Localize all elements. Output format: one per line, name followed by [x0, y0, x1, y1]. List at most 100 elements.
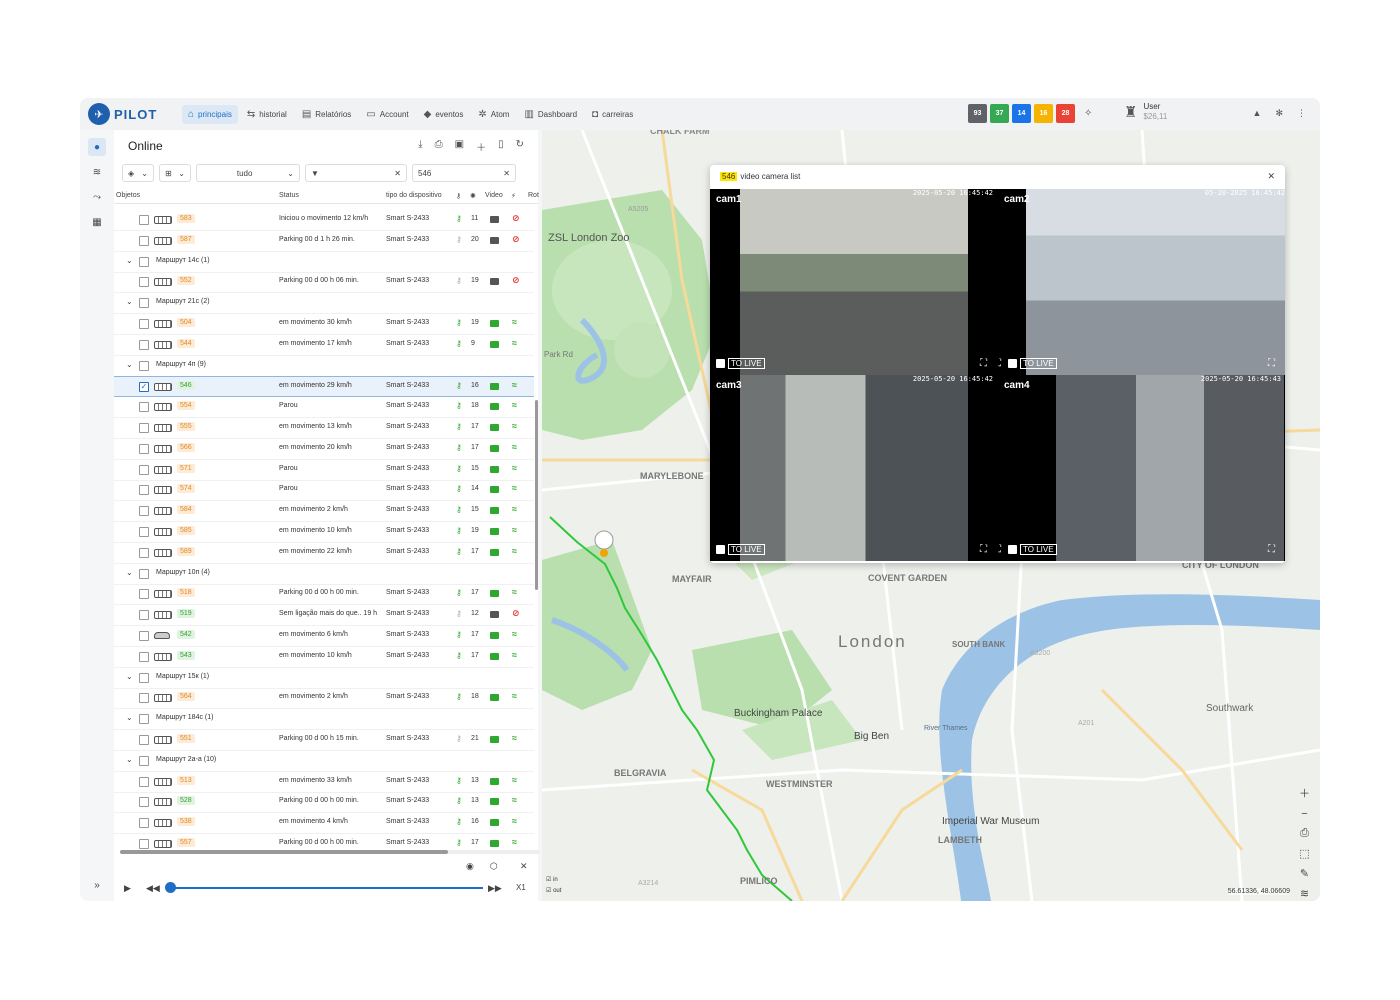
group-checkbox[interactable] [139, 360, 149, 371]
to-live-toggle[interactable]: TO LIVE [716, 358, 765, 369]
nav-eventos[interactable]: ◆ eventos [418, 105, 470, 124]
table-row[interactable]: 557 Parking 00 d 00 h 00 min. Smart S-2433… [114, 834, 534, 850]
chevron-down-icon[interactable]: ⌄ [126, 713, 133, 722]
row-checkbox[interactable] [139, 631, 149, 641]
to-live-toggle[interactable]: TO LIVE [1008, 544, 1057, 555]
row-checkbox[interactable]: ✓ [139, 382, 149, 393]
fullscreen-icon[interactable]: ⛶ [998, 544, 1001, 555]
more-vertical-icon[interactable]: ⋮ [1297, 108, 1306, 119]
video-camera-icon[interactable] [490, 340, 499, 348]
row-checkbox[interactable] [139, 402, 149, 413]
vehicle-number[interactable]: 554 [177, 401, 195, 411]
row-checkbox[interactable] [139, 610, 149, 621]
table-row[interactable]: 555 em movimento 13 km/h Smart S-2433 ⚷ 17 ≈ [114, 418, 534, 439]
table-row[interactable]: 528 Parking 00 d 00 h 00 min. Smart S-2433… [114, 792, 534, 814]
camera-feed-4[interactable]: 2025-05-20 16:45:43 cam4 TO LIVE ⛶ ⛶ [998, 375, 1285, 561]
table-row[interactable]: 513 em movimento 33 km/h Smart S-2433 ⚷ 13 ≈ [114, 772, 534, 793]
video-camera-icon[interactable] [490, 632, 499, 639]
to-live-checkbox[interactable] [1008, 359, 1017, 368]
chevron-down-icon[interactable]: ⌄ [126, 297, 133, 306]
table-row[interactable]: 543 em movimento 10 km/h Smart S-2433 ⚷ 17 ≈ [114, 647, 534, 668]
group-checkbox[interactable] [139, 568, 149, 579]
vertical-scrollbar[interactable] [535, 400, 538, 590]
row-checkbox[interactable] [139, 235, 149, 246]
video-camera-icon[interactable] [490, 465, 499, 473]
video-camera-icon[interactable] [490, 403, 499, 411]
close-popup-icon[interactable]: ✕ [1267, 171, 1275, 182]
vehicle-number[interactable]: 574 [177, 484, 195, 494]
eye-icon[interactable]: ◉ [466, 861, 474, 872]
vehicle-number[interactable]: 504 [177, 318, 195, 327]
horizontal-scrollbar[interactable] [120, 850, 540, 854]
row-checkbox[interactable] [139, 776, 149, 787]
col-status[interactable]: Status [279, 192, 299, 199]
video-camera-icon[interactable] [490, 236, 499, 244]
vehicle-number[interactable]: 584 [177, 505, 195, 515]
video-camera-icon[interactable] [490, 694, 499, 702]
file-icon[interactable]: ▯ [498, 139, 504, 154]
row-checkbox[interactable] [139, 797, 149, 808]
funnel-filter-input[interactable]: ▼ ✕ [305, 164, 407, 182]
group-row[interactable]: ⌄ Маршрут 15к (1) [114, 668, 534, 689]
table-row[interactable]: ✓ 546 em movimento 29 km/h Smart S-2433 ⚷ 16 ≈ [114, 376, 534, 398]
camera-feed-2[interactable]: 05-20-2025 16:45:42 cam2 TO LIVE ⛶ ⛶ [998, 189, 1285, 375]
table-row[interactable]: 542 em movimento 6 km/h Smart S-2433 ⚷ 17 ≈ [114, 626, 534, 647]
vehicle-number[interactable]: 564 [177, 692, 195, 702]
vehicle-number[interactable]: 557 [177, 838, 195, 847]
fast-forward-icon[interactable]: ▶▶ [488, 883, 502, 894]
row-checkbox[interactable] [139, 423, 149, 433]
fullscreen-icon[interactable]: ⛶ [1268, 544, 1275, 555]
video-camera-icon[interactable] [490, 798, 499, 806]
col-objects[interactable]: Objetos [116, 192, 140, 199]
col-device[interactable]: tipo do dispositivo [386, 192, 442, 199]
nav-relatórios[interactable]: ▤ Relatórios [296, 105, 357, 124]
video-camera-icon[interactable] [490, 548, 499, 556]
group-checkbox[interactable] [139, 755, 149, 766]
table-row[interactable]: 504 em movimento 30 km/h Smart S-2433 ⚷ 19 ≈ [114, 314, 534, 335]
group-checkbox[interactable] [139, 256, 149, 267]
expand-icon[interactable]: » [88, 876, 106, 894]
table-row[interactable]: 571 Parou Smart S-2433 ⚷ 15 ≈ [114, 460, 534, 481]
video-camera-icon[interactable] [490, 507, 499, 515]
fullscreen-icon[interactable]: ⛶ [980, 544, 987, 555]
cube-icon[interactable]: ⬡ [490, 861, 498, 872]
print-icon[interactable]: ⎙ [435, 139, 443, 154]
video-camera-icon[interactable] [490, 840, 499, 847]
refresh-icon[interactable]: ↻ [516, 139, 524, 154]
vehicle-number[interactable]: 566 [177, 442, 195, 452]
route-icon[interactable]: ⤳ [88, 188, 106, 206]
vehicle-number[interactable]: 583 [177, 214, 195, 223]
status-count-badge[interactable]: 37 [990, 104, 1009, 123]
group-row[interactable]: ⌄ Маршрут 4п (9) [114, 356, 534, 377]
status-count-badge[interactable]: 14 [1012, 104, 1031, 123]
status-count-badge[interactable]: 16 [1034, 104, 1053, 123]
table-row[interactable]: 583 Iniciou o movimento 12 km/h Smart S-24… [114, 210, 534, 231]
row-checkbox[interactable] [139, 215, 149, 225]
table-row[interactable]: 587 Parking 00 d 1 h 26 min. Smart S-2433 ⚷… [114, 231, 534, 252]
map-print-icon[interactable]: ⎙ [1300, 827, 1309, 840]
row-checkbox[interactable] [139, 464, 149, 475]
to-live-checkbox[interactable] [1008, 545, 1017, 554]
clear-search-icon[interactable]: ✕ [503, 169, 510, 178]
vehicle-number[interactable]: 544 [177, 338, 195, 348]
nav-dashboard[interactable]: ▥ Dashboard [518, 105, 583, 124]
calendar-icon[interactable]: ▦ [88, 213, 106, 231]
vehicle-number[interactable]: 528 [177, 796, 195, 806]
to-live-toggle[interactable]: TO LIVE [716, 544, 765, 555]
zoom-out-icon[interactable]: − [1301, 808, 1307, 820]
group-by-dropdown[interactable]: ⊞ ⌄ [159, 164, 191, 182]
table-row[interactable]: 551 Parking 00 d 00 h 15 min. Smart S-2433… [114, 730, 534, 751]
row-checkbox[interactable] [139, 735, 149, 745]
nav-atom[interactable]: ✲ Atom [472, 105, 515, 124]
rewind-icon[interactable]: ◀◀ [146, 883, 160, 894]
to-live-toggle[interactable]: TO LIVE [1008, 358, 1057, 369]
video-camera-icon[interactable] [490, 383, 499, 391]
gear-icon[interactable]: ✻ [1275, 108, 1283, 119]
row-checkbox[interactable] [139, 839, 149, 849]
user-menu[interactable]: ♜ User $26,11 [1124, 102, 1167, 122]
video-camera-icon[interactable] [490, 652, 499, 660]
zoom-in-icon[interactable]: ＋ [1299, 785, 1310, 801]
video-camera-icon[interactable] [490, 278, 499, 286]
chevron-down-icon[interactable]: ⌄ [126, 755, 133, 764]
folder-add-icon[interactable]: ▣ [455, 139, 464, 154]
